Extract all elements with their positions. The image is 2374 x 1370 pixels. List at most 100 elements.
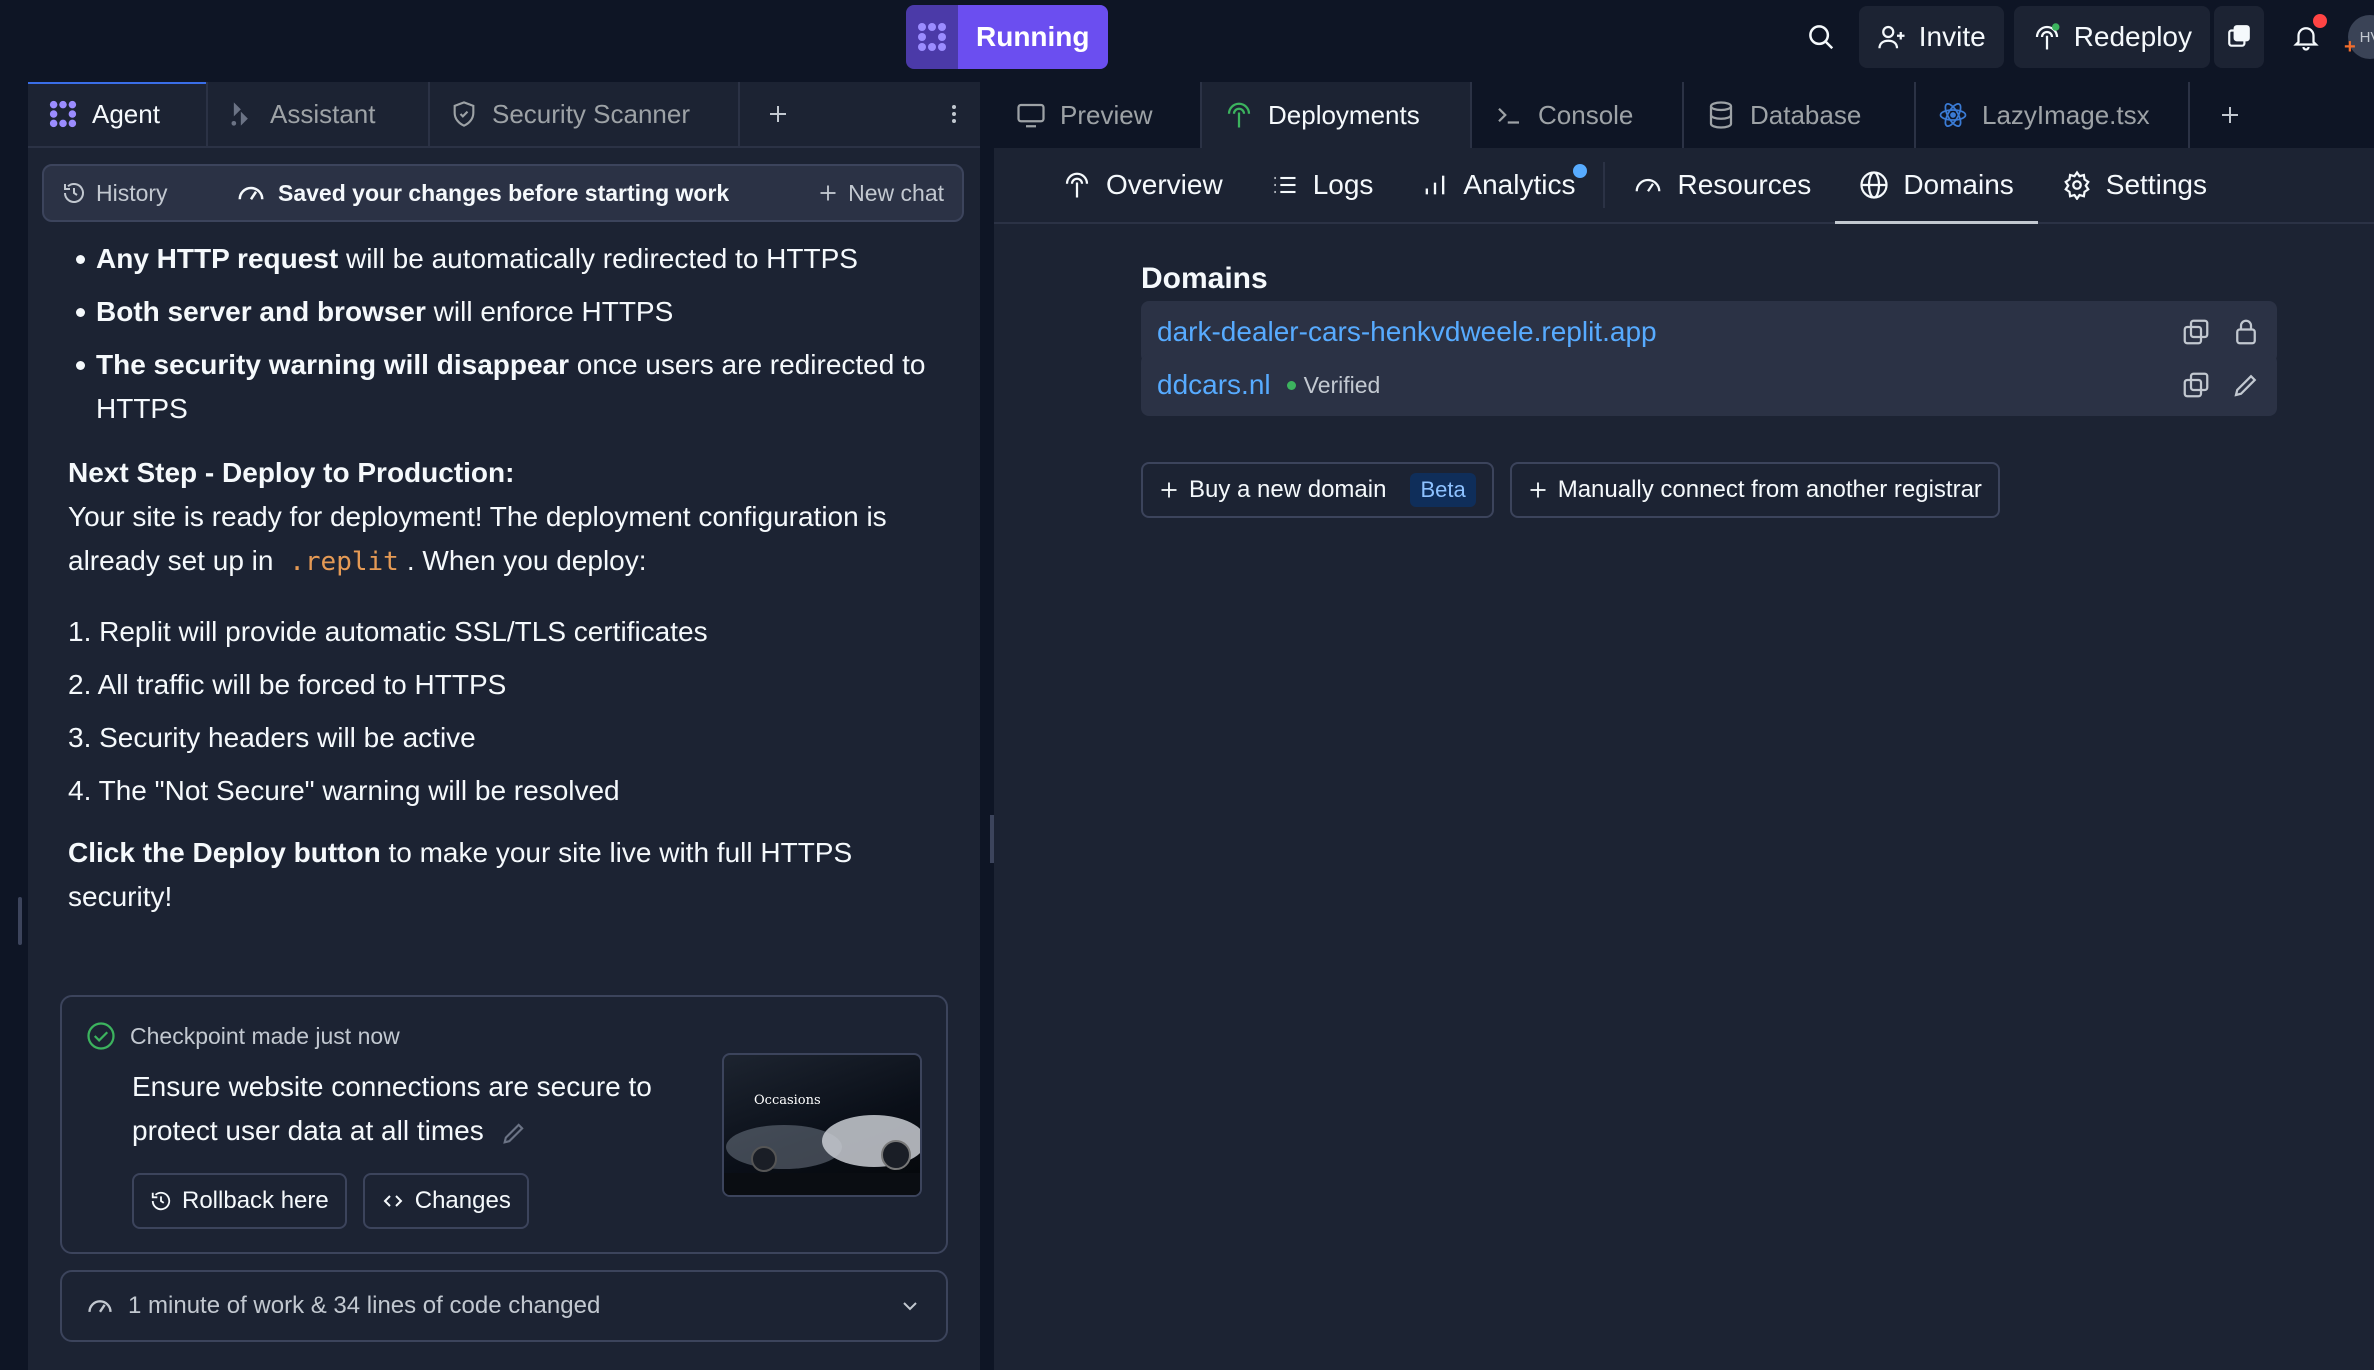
- buy-domain-button[interactable]: Buy a new domain Beta: [1141, 462, 1494, 518]
- tab-lazyimage[interactable]: LazyImage.tsx: [1916, 82, 2190, 148]
- subtab-resources[interactable]: Resources: [1609, 148, 1835, 222]
- domain-link[interactable]: ddcars.nl: [1157, 369, 1271, 401]
- tab-deployments[interactable]: Deployments: [1202, 82, 1472, 148]
- add-tab-icon[interactable]: [2190, 82, 2270, 148]
- code-icon: [383, 1195, 403, 1207]
- deploy-icon: [1065, 172, 1089, 198]
- history-label: History: [96, 179, 168, 206]
- pencil-icon[interactable]: [2231, 370, 2261, 400]
- resize-handle[interactable]: [18, 897, 22, 945]
- changes-button[interactable]: Changes: [362, 1173, 529, 1229]
- subtab-label: Analytics: [1463, 169, 1576, 200]
- subtab-label: Resources: [1677, 169, 1812, 200]
- buy-domain-label: Buy a new domain: [1189, 476, 1387, 503]
- tab-security-scanner[interactable]: Security Scanner: [430, 82, 740, 146]
- changes-label: Changes: [414, 1187, 511, 1214]
- divider: [1603, 162, 1606, 208]
- code-snippet: .replit: [289, 547, 399, 577]
- rollback-label: Rollback here: [182, 1187, 329, 1214]
- connect-domain-label: Manually connect from another registrar: [1557, 476, 1982, 503]
- work-summary[interactable]: 1 minute of work & 34 lines of code chan…: [60, 1270, 948, 1342]
- domain-link[interactable]: dark-dealer-cars-henkvdweele.replit.app: [1157, 316, 1657, 348]
- tab-label: Security Scanner: [492, 98, 690, 129]
- checkpoint-card: Checkpoint made just now Ensure website …: [60, 995, 948, 1254]
- redeploy-button[interactable]: Redeploy: [2013, 6, 2210, 68]
- chevron-down-icon[interactable]: [898, 1294, 922, 1318]
- next-step-heading: Next Step - Deploy to Production:: [68, 457, 515, 488]
- gauge-icon: [1636, 178, 1661, 192]
- new-chat-button[interactable]: New chat: [818, 180, 962, 207]
- deploy-status-icon: [2035, 23, 2060, 50]
- avatar-initials: HV: [2359, 28, 2374, 46]
- database-icon: [1709, 101, 1733, 129]
- beta-badge: Beta: [1410, 473, 1476, 507]
- subtab-label: Logs: [1312, 169, 1374, 200]
- car-image: [724, 1115, 920, 1195]
- app-root: Running Invite Redeploy HV: [0, 0, 2374, 1370]
- list-item: 1. Replit will provide automatic SSL/TLS…: [68, 616, 708, 647]
- steps-list: 1. Replit will provide automatic SSL/TLS…: [68, 610, 958, 813]
- subtab-label: Overview: [1106, 169, 1223, 200]
- subtab-analytics[interactable]: Analytics: [1397, 148, 1599, 222]
- rollback-button[interactable]: Rollback here: [132, 1173, 347, 1229]
- shield-icon: [453, 101, 475, 127]
- checkpoint-actions: Rollback here Changes: [132, 1173, 529, 1229]
- saved-status-text: Saved your changes before starting work: [278, 179, 730, 206]
- bold-text: The security warning will disappear: [96, 349, 570, 380]
- invite-label: Invite: [1918, 21, 1986, 52]
- list-item: 3. Security headers will be active: [68, 722, 476, 753]
- left-pane: Agent Assistant Security Scanner History…: [0, 82, 990, 1370]
- list-item: 2. All traffic will be forced to HTTPS: [68, 669, 507, 700]
- tab-label: Console: [1538, 99, 1634, 130]
- new-chat-label: New chat: [848, 179, 944, 206]
- bell-icon[interactable]: [2278, 6, 2334, 68]
- search-icon[interactable]: [1793, 6, 1849, 68]
- tab-console[interactable]: Console: [1472, 82, 1684, 148]
- tab-label: Agent: [92, 98, 160, 129]
- text: . When you deploy:: [406, 545, 647, 576]
- top-bar: Running Invite Redeploy HV: [0, 0, 2374, 82]
- verified-dot: [1286, 380, 1296, 390]
- text: will be automatically redirected to HTTP…: [338, 243, 858, 274]
- tab-agent[interactable]: Agent: [28, 82, 208, 146]
- invite-button[interactable]: Invite: [1858, 6, 2004, 68]
- tab-preview[interactable]: Preview: [994, 82, 1202, 148]
- pencil-icon[interactable]: [500, 1119, 528, 1147]
- checkpoint-time: just now: [315, 1022, 400, 1049]
- tab-assistant[interactable]: Assistant: [208, 82, 430, 146]
- copy-icon[interactable]: [2181, 317, 2211, 347]
- plus-icon: +: [2344, 36, 2356, 58]
- list-item: Both server and browser will enforce HTT…: [68, 290, 958, 334]
- domain-actions: [2181, 317, 2261, 347]
- agent-panel: Agent Assistant Security Scanner History…: [28, 82, 980, 1370]
- right-pane: Preview Deployments Console Database Laz…: [994, 82, 2374, 1370]
- subtab-domains[interactable]: Domains: [1835, 148, 2039, 224]
- tab-label: LazyImage.tsx: [1982, 99, 2150, 130]
- copy-window-icon[interactable]: [2214, 6, 2264, 68]
- subtab-settings[interactable]: Settings: [2038, 148, 2231, 222]
- list-item: Any HTTP request will be automatically r…: [68, 237, 958, 281]
- chat-toolbar: History Saved your changes before starti…: [42, 164, 964, 222]
- copy-icon[interactable]: [2181, 370, 2211, 400]
- subtab-label: Domains: [1903, 169, 2014, 200]
- avatar[interactable]: HV +: [2344, 15, 2374, 59]
- preview-thumbnail[interactable]: Occasions: [722, 1053, 922, 1197]
- redeploy-label: Redeploy: [2073, 21, 2192, 52]
- deployment-subtabs: Overview Logs Analytics Resources Domain…: [994, 148, 2374, 224]
- history-button[interactable]: History: [44, 180, 226, 207]
- run-button[interactable]: Running: [958, 5, 1108, 69]
- more-options-icon[interactable]: [928, 82, 980, 146]
- connect-domain-button[interactable]: Manually connect from another registrar: [1509, 462, 2000, 518]
- replit-logo-icon[interactable]: [906, 5, 958, 69]
- lock-icon: [2236, 319, 2256, 345]
- list-icon: [1274, 176, 1296, 194]
- subtab-logs[interactable]: Logs: [1247, 148, 1398, 222]
- add-tab-icon[interactable]: [740, 82, 816, 146]
- status-badge: Verified: [1286, 372, 1380, 399]
- deploy-icon: [1227, 102, 1251, 128]
- saved-status: Saved your changes before starting work: [236, 178, 729, 208]
- checkpoint-description: Ensure website connections are secure to…: [132, 1065, 692, 1153]
- subtab-overview[interactable]: Overview: [1038, 148, 1247, 222]
- list-item: The security warning will disappear once…: [68, 343, 958, 431]
- tab-database[interactable]: Database: [1684, 82, 1916, 148]
